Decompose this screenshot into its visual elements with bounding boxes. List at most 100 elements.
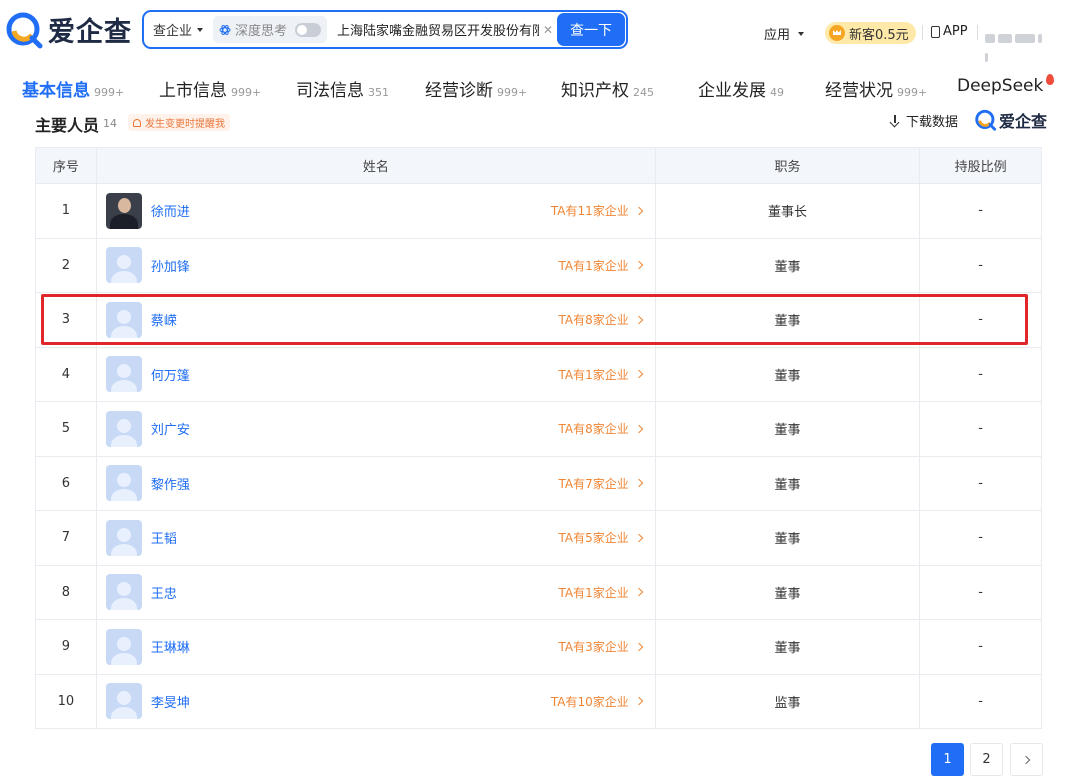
tab-count: 999+ — [897, 86, 928, 99]
row-index: 4 — [36, 347, 97, 401]
page-2-button[interactable]: 2 — [970, 743, 1003, 776]
chevron-right-icon — [634, 261, 644, 270]
related-companies-label: TA有10家企业 — [550, 694, 629, 709]
search-button[interactable]: 查一下 — [557, 13, 625, 46]
header-name: 姓名 — [97, 148, 656, 183]
person-name-link[interactable]: 王忠 — [151, 583, 177, 602]
avatar[interactable] — [105, 247, 142, 284]
avatar[interactable] — [105, 356, 142, 393]
related-companies-link[interactable]: TA有1家企业 — [559, 366, 644, 383]
app-download-link[interactable]: APP — [931, 24, 968, 39]
crown-icon — [829, 25, 845, 41]
table-row: 8 王忠 TA有1家企业 董事 - — [36, 565, 1041, 620]
table-row: 6 黎作强 TA有7家企业 董事 - — [36, 456, 1041, 511]
table-row: 1 徐而进 TA有11家企业 董事长 - — [36, 184, 1041, 239]
download-label: 下载数据 — [906, 115, 959, 130]
tab-judicial-info[interactable]: 司法信息 351 — [296, 76, 389, 101]
related-companies-label: TA有1家企业 — [558, 258, 629, 273]
role-cell: 监事 — [656, 674, 921, 728]
role-cell: 董事 — [656, 402, 921, 456]
share-cell: - — [978, 421, 983, 437]
chevron-down-icon — [197, 27, 204, 32]
tab-business-diagnosis[interactable]: 经营诊断 999+ — [425, 76, 527, 101]
page-1-button[interactable]: 1 — [931, 743, 964, 776]
person-name-link[interactable]: 黎作强 — [151, 474, 190, 493]
deep-think-toggle[interactable] — [295, 22, 322, 37]
table-row: 9 王琳琳 TA有3家企业 董事 - — [36, 620, 1041, 675]
chevron-right-icon — [634, 533, 644, 542]
avatar[interactable] — [105, 465, 142, 502]
person-name-link[interactable]: 刘广安 — [151, 419, 190, 438]
tab-basic-info[interactable]: 基本信息 999+ — [22, 76, 124, 101]
share-cell: - — [978, 693, 983, 709]
tab-deepseek[interactable]: DeepSeek — [957, 74, 1055, 96]
red-highlight-box — [41, 294, 1028, 345]
tab-ip[interactable]: 知识产权 245 — [561, 76, 654, 101]
avatar[interactable] — [105, 192, 142, 229]
avatar[interactable] — [105, 410, 142, 447]
download-data-button[interactable]: 下载数据 — [889, 111, 958, 130]
related-companies-link[interactable]: TA有3家企业 — [559, 638, 644, 655]
related-companies-link[interactable]: TA有1家企业 — [558, 257, 644, 274]
person-name-link[interactable]: 孙加锋 — [151, 256, 190, 275]
avatar[interactable] — [105, 519, 142, 556]
next-page-button[interactable] — [1010, 743, 1043, 776]
person-name-link[interactable]: 王琳琳 — [151, 637, 190, 656]
tab-count: 351 — [368, 86, 389, 99]
download-icon — [889, 114, 901, 127]
deep-think-label: 深度思考 — [235, 24, 288, 39]
related-companies-label: TA有1家企业 — [558, 585, 629, 600]
table-row: 4 何万篷 TA有1家企业 董事 - — [36, 347, 1041, 402]
user-account-blurred[interactable] — [985, 28, 1050, 62]
related-companies-label: TA有5家企业 — [558, 531, 629, 546]
clear-icon[interactable]: ✕ — [539, 23, 557, 37]
tab-development[interactable]: 企业发展 49 — [698, 76, 784, 101]
person-cell: 王韬 TA有5家企业 — [97, 511, 656, 565]
role-cell: 董事长 — [656, 184, 921, 238]
bell-icon — [133, 118, 141, 127]
related-companies-link[interactable]: TA有10家企业 — [550, 693, 644, 710]
avatar[interactable] — [105, 683, 142, 720]
newbie-offer-badge[interactable]: 新客0.5元 — [825, 22, 916, 44]
row-index: 2 — [36, 238, 97, 292]
related-companies-link[interactable]: TA有5家企业 — [558, 529, 644, 546]
person-cell: 王琳琳 TA有3家企业 — [97, 620, 656, 674]
related-companies-link[interactable]: TA有8家企业 — [559, 420, 644, 437]
apps-menu[interactable]: 应用 — [764, 24, 805, 43]
tab-label: 司法信息 — [296, 81, 364, 101]
row-index: 7 — [36, 511, 97, 565]
table-row: 2 孙加锋 TA有1家企业 董事 - — [36, 238, 1041, 293]
tab-label: 上市信息 — [159, 81, 227, 101]
avatar[interactable] — [105, 628, 142, 665]
chevron-right-icon — [634, 370, 644, 379]
deep-think-toggle-group[interactable]: 深度思考 — [213, 16, 328, 43]
person-cell: 何万篷 TA有1家企业 — [97, 347, 656, 401]
row-index: 5 — [36, 402, 97, 456]
tab-count: 999+ — [497, 86, 528, 99]
person-name-link[interactable]: 李旻坤 — [151, 692, 190, 711]
phone-icon — [931, 25, 940, 38]
tab-bar: 基本信息 999+ 上市信息 999+ 司法信息 351 经营诊断 999+ 知识产权 2… — [0, 66, 1065, 108]
search-input[interactable]: 上海陆家嘴金融贸易区开发股份有限公 — [327, 20, 539, 39]
personnel-table: 序号 姓名 职务 持股比例 1 徐而进 TA有11家企业 董事长 - 2 孙加锋 TA有1家企… — [35, 147, 1042, 729]
related-companies-link[interactable]: TA有1家企业 — [558, 584, 644, 601]
tab-operating-status[interactable]: 经营状况 999+ — [825, 76, 927, 101]
row-index: 8 — [36, 565, 97, 619]
table-header: 序号 姓名 职务 持股比例 — [36, 147, 1041, 184]
change-remind-button[interactable]: 发生变更时提醒我 — [128, 114, 230, 131]
person-name-link[interactable]: 王韬 — [151, 528, 177, 547]
role-cell: 董事 — [656, 511, 921, 565]
tab-count: 49 — [770, 86, 784, 99]
tab-listing-info[interactable]: 上市信息 999+ — [159, 76, 261, 101]
brand-logo[interactable]: 爱企查 — [6, 10, 132, 49]
search-scope-dropdown[interactable]: 查企业 — [144, 12, 211, 47]
share-cell: - — [978, 257, 983, 273]
person-name-link[interactable]: 徐而进 — [151, 201, 190, 220]
related-companies-link[interactable]: TA有7家企业 — [559, 475, 644, 492]
person-name-link[interactable]: 何万篷 — [151, 365, 190, 384]
tab-label: 基本信息 — [22, 81, 90, 101]
avatar[interactable] — [105, 574, 142, 611]
tab-label: 企业发展 — [698, 81, 766, 101]
divider — [922, 25, 923, 40]
related-companies-link[interactable]: TA有11家企业 — [551, 202, 644, 219]
